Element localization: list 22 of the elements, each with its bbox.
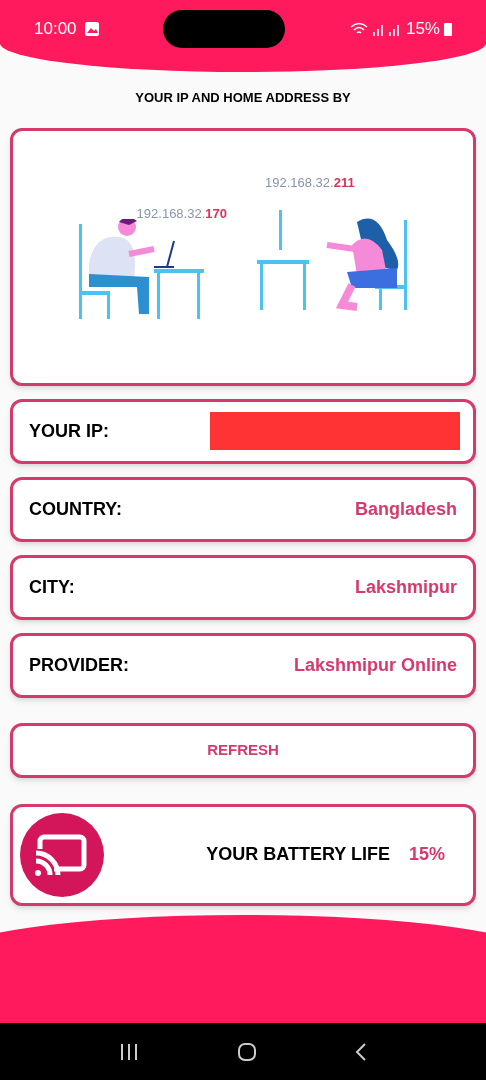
battery-percent: 15%	[405, 18, 440, 40]
info-value: Lakshmipur Online	[293, 653, 457, 677]
battery-life-label: YOUR BATTERY LIFE	[206, 843, 390, 866]
info-label: YOUR IP:	[29, 419, 109, 443]
home-icon[interactable]	[237, 1041, 257, 1062]
page-title: YOUR IP AND HOME ADDRESS BY	[135, 89, 351, 107]
back-icon[interactable]	[355, 1041, 367, 1062]
recent-apps-icon[interactable]	[119, 1042, 139, 1061]
battery-icon	[444, 21, 452, 36]
info-label: PROVIDER:	[29, 653, 129, 677]
info-label: CITY:	[29, 575, 75, 599]
info-value: Lakshmipur	[354, 575, 457, 599]
wifi-icon	[349, 21, 368, 36]
image-icon	[84, 21, 99, 36]
info-label: COUNTRY:	[29, 497, 122, 521]
info-value: Bangladesh	[354, 497, 457, 521]
cast-icon	[20, 812, 104, 897]
battery-life-value: 15%	[408, 843, 445, 866]
refresh-button[interactable]: REFRESH	[10, 722, 476, 778]
status-time: 10:00	[34, 18, 77, 40]
ip-label: 192.168.32.170	[136, 204, 227, 223]
ip-label: 192.168.32.211	[265, 173, 355, 192]
